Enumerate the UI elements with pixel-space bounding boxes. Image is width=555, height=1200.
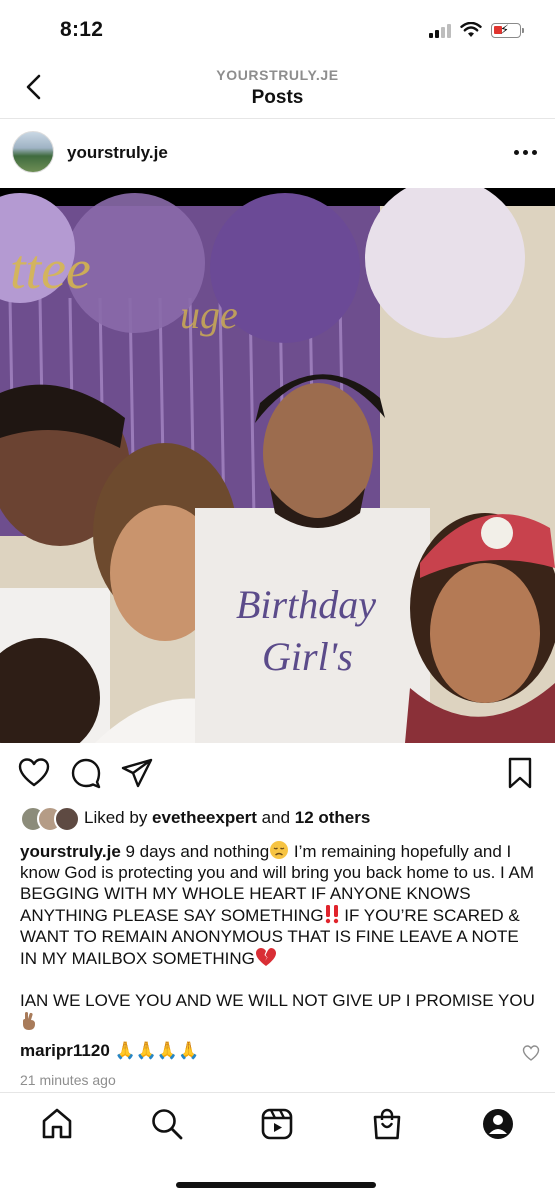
shirt-text-line1: Birthday (236, 582, 376, 627)
post-photo[interactable]: ttee uge Birthday Girl's (0, 188, 555, 743)
post-actions (0, 756, 555, 792)
comment-row: maripr1120 🙏🙏🙏🙏 (20, 1041, 540, 1067)
profile-icon[interactable] (481, 1107, 515, 1141)
post-username[interactable]: yourstruly.je (67, 143, 168, 163)
svg-text:ttee: ttee (10, 239, 91, 301)
more-options-icon[interactable] (514, 150, 537, 155)
nav-titles: YOURSTRULY.JE Posts (0, 67, 555, 109)
crossed-fingers-icon (23, 1012, 35, 1030)
svg-text:uge: uge (180, 292, 238, 337)
home-indicator (176, 1182, 376, 1188)
caption-username[interactable]: yourstruly.je (20, 842, 121, 861)
liker-avatars (20, 806, 80, 832)
cellular-signal-icon (429, 22, 451, 38)
avatar[interactable] (12, 131, 54, 173)
caption-text-4: IAN WE LOVE YOU AND WE WILL NOT GIVE UP … (20, 991, 535, 1010)
likes-middle: and (256, 808, 295, 827)
page-title: Posts (251, 87, 304, 108)
double-exclamation-icon (325, 905, 338, 924)
search-icon[interactable] (150, 1107, 184, 1141)
disappointed-face-icon (270, 841, 289, 859)
clock: 8:12 (60, 18, 104, 41)
photo-illustration: ttee uge Birthday Girl's (0, 188, 555, 743)
liker-avatar (54, 806, 80, 832)
broken-heart-icon (255, 948, 276, 966)
shirt-text-line2: Girl's (262, 634, 353, 679)
battery-icon: ⚡ (491, 22, 524, 38)
heart-icon[interactable] (17, 756, 51, 790)
likes-others[interactable]: 12 others (295, 808, 371, 827)
status-icons: ⚡ (429, 22, 524, 38)
nav-username: YOURSTRULY.JE (216, 67, 339, 83)
bookmark-icon[interactable] (503, 756, 537, 790)
liker-username[interactable]: evetheexpert (152, 808, 257, 827)
bottom-tab-bar (0, 1092, 555, 1163)
likes-row[interactable]: Liked by evetheexpert and 12 others (20, 804, 540, 832)
comment-icon[interactable] (69, 756, 103, 790)
likes-prefix: Liked by (84, 808, 153, 827)
reels-icon[interactable] (260, 1107, 294, 1141)
status-bar: 8:12 ⚡ (0, 0, 555, 60)
home-icon[interactable] (40, 1107, 74, 1141)
likes-text: Liked by evetheexpert and 12 others (84, 808, 370, 828)
caption-text-1: 9 days and nothing (120, 842, 270, 861)
comment-text: 🙏🙏🙏🙏 (109, 1041, 200, 1060)
share-icon[interactable] (120, 756, 154, 790)
comment-like-icon[interactable] (522, 1044, 540, 1062)
nav-header: YOURSTRULY.JE Posts (0, 60, 555, 119)
comment-username[interactable]: maripr1120 (20, 1041, 110, 1060)
post-header: yourstruly.je (0, 128, 555, 178)
shop-icon[interactable] (370, 1107, 404, 1141)
post-caption: yourstruly.je 9 days and nothing I’m rem… (20, 840, 535, 1033)
wifi-icon (460, 22, 482, 37)
post-timestamp: 21 minutes ago (20, 1072, 116, 1088)
